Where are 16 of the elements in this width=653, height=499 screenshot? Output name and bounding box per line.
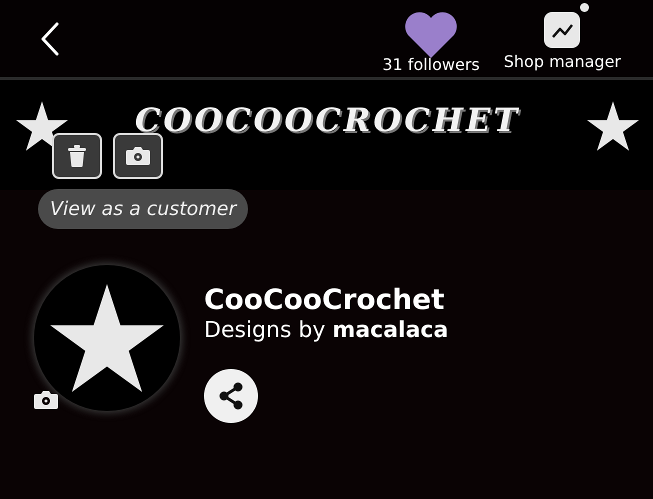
share-button[interactable] [204, 369, 258, 423]
heart-icon[interactable] [404, 12, 458, 58]
back-button[interactable] [40, 22, 60, 56]
shop-manager-link[interactable]: Shop manager [504, 52, 621, 72]
trash-icon [67, 145, 87, 167]
chart-icon[interactable] [544, 12, 580, 48]
banner-title: COOCOOCROCHET [134, 102, 520, 138]
shop-byline: Designs by macalaca [204, 317, 448, 345]
view-as-customer-button[interactable]: View as a customer [38, 189, 248, 229]
star-icon [587, 101, 639, 151]
shop-name: CooCooCrochet [204, 283, 445, 317]
followers-count[interactable]: 31 followers [382, 55, 480, 75]
camera-icon [126, 146, 150, 166]
delete-button[interactable] [52, 133, 102, 179]
star-icon [16, 101, 68, 151]
camera-button[interactable] [113, 133, 163, 179]
